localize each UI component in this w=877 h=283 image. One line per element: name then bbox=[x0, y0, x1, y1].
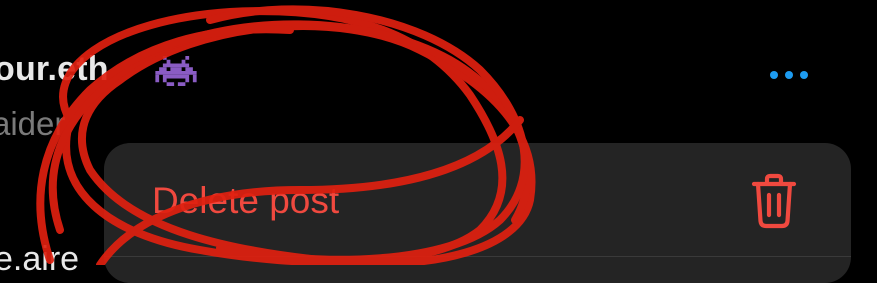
space-invader-icon bbox=[155, 56, 197, 86]
menu-divider bbox=[104, 256, 851, 257]
trash-icon bbox=[751, 173, 797, 229]
delete-post-label: Delete post bbox=[152, 180, 340, 221]
post-body-text: e.aire bbox=[0, 240, 80, 278]
delete-post-button[interactable]: Delete post bbox=[104, 143, 851, 256]
post-author-subtitle: aider bbox=[0, 105, 66, 142]
post-actions-menu: Delete post bbox=[104, 143, 851, 283]
ellipsis-icon[interactable] bbox=[764, 64, 814, 86]
post-author-name[interactable]: our.eth bbox=[0, 50, 109, 89]
